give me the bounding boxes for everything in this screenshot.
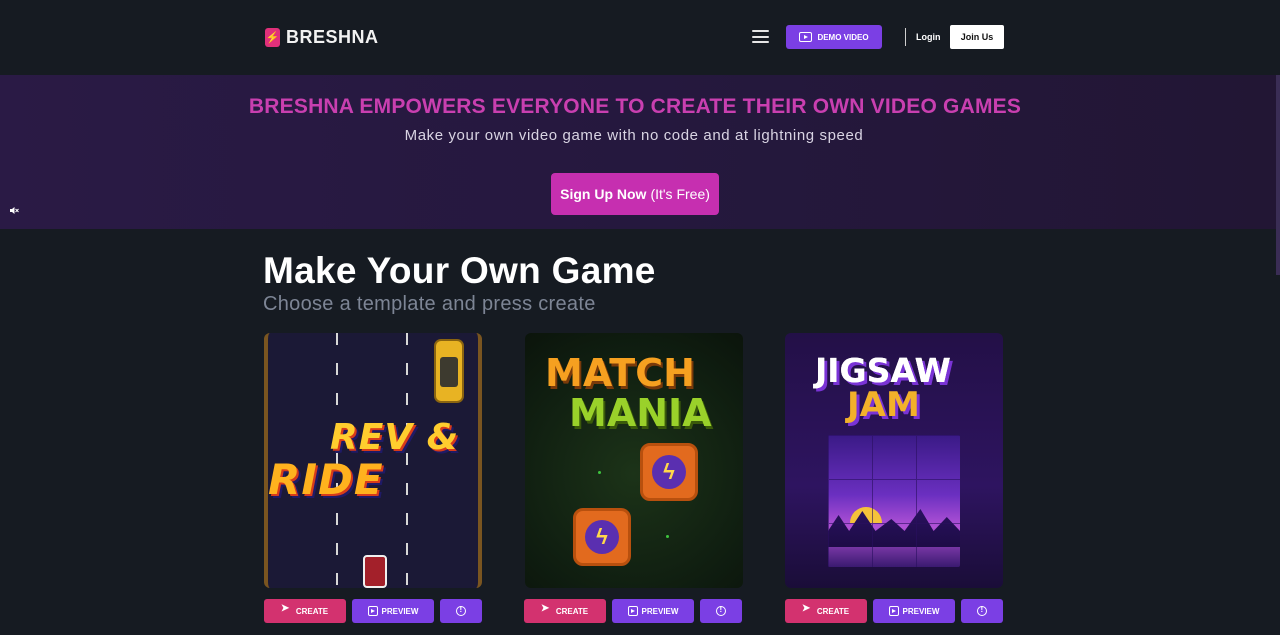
signup-label: Sign Up Now bbox=[560, 186, 647, 202]
preview-button[interactable]: PREVIEW bbox=[873, 599, 955, 623]
send-icon bbox=[281, 603, 292, 616]
top-navbar: ⚡ BRESHNA DEMO VIDEO Login Join Us bbox=[0, 0, 1280, 75]
puzzle-grid bbox=[828, 435, 960, 567]
lightning-icon: ϟ bbox=[652, 455, 686, 489]
info-button[interactable] bbox=[440, 599, 482, 623]
section-subtitle: Choose a template and press create bbox=[263, 293, 596, 315]
taxi-car-image bbox=[434, 339, 464, 403]
lightning-tile-image: ϟ bbox=[640, 443, 698, 501]
play-icon bbox=[799, 32, 813, 42]
create-button[interactable]: CREATE bbox=[264, 599, 346, 623]
info-icon bbox=[977, 605, 987, 616]
match-mania-logo-line1: MATCH bbox=[545, 351, 695, 395]
puzzle-image bbox=[828, 435, 960, 567]
create-button[interactable]: CREATE bbox=[785, 599, 867, 623]
race-car-image bbox=[363, 555, 387, 588]
play-icon bbox=[627, 606, 638, 616]
template-card-jigsaw-jam[interactable]: JIGSAW JAM bbox=[785, 333, 1003, 588]
lightning-logo-icon: ⚡ bbox=[265, 28, 280, 47]
signup-free-label: (It's Free) bbox=[650, 186, 710, 202]
preview-label: PREVIEW bbox=[381, 606, 419, 616]
preview-button[interactable]: PREVIEW bbox=[612, 599, 694, 623]
jigsaw-jam-logo-line2: JAM bbox=[847, 385, 920, 425]
rev-ride-logo-line1: REV & bbox=[330, 417, 460, 458]
nav-divider bbox=[905, 28, 906, 46]
sparkle-dot bbox=[598, 471, 601, 474]
logo-text: BRESHNA bbox=[286, 27, 379, 47]
info-icon bbox=[456, 605, 466, 616]
hamburger-menu-icon[interactable] bbox=[752, 30, 769, 43]
play-icon bbox=[367, 606, 378, 616]
create-label: CREATE bbox=[295, 606, 329, 616]
send-icon bbox=[541, 603, 552, 616]
breshna-logo[interactable]: ⚡ BRESHNA bbox=[265, 27, 379, 48]
create-label: CREATE bbox=[555, 606, 589, 616]
lane-marking bbox=[406, 333, 408, 588]
login-link[interactable]: Login bbox=[916, 32, 941, 42]
info-button[interactable] bbox=[700, 599, 742, 623]
template-card-match-mania[interactable]: MATCH MANIA ϟ ϟ bbox=[525, 333, 743, 588]
hero-title: BRESHNA EMPOWERS EVERYONE TO CREATE THEI… bbox=[248, 95, 1022, 118]
info-button[interactable] bbox=[961, 599, 1003, 623]
template-card-rev-ride[interactable]: REV & RIDE bbox=[264, 333, 482, 588]
card-actions-match-mania: CREATE PREVIEW bbox=[524, 599, 742, 623]
card-actions-rev-ride: CREATE PREVIEW bbox=[264, 599, 482, 623]
lightning-tile-image: ϟ bbox=[573, 508, 631, 566]
play-icon bbox=[888, 606, 899, 616]
preview-button[interactable]: PREVIEW bbox=[352, 599, 434, 623]
lightning-icon: ϟ bbox=[585, 520, 619, 554]
mute-icon[interactable] bbox=[10, 206, 19, 215]
match-mania-logo-line2: MANIA bbox=[569, 391, 712, 435]
preview-label: PREVIEW bbox=[641, 606, 679, 616]
rev-ride-logo-line2: RIDE bbox=[268, 455, 384, 504]
preview-label: PREVIEW bbox=[902, 606, 940, 616]
demo-video-button[interactable]: DEMO VIDEO bbox=[786, 25, 882, 49]
section-title: Make Your Own Game bbox=[263, 250, 656, 291]
signup-button[interactable]: Sign Up Now (It's Free) bbox=[551, 173, 719, 215]
hero-banner: BRESHNA EMPOWERS EVERYONE TO CREATE THEI… bbox=[0, 75, 1280, 275]
create-label: CREATE bbox=[816, 606, 850, 616]
hero-subtitle: Make your own video game with no code an… bbox=[404, 127, 864, 144]
page-scrollbar[interactable] bbox=[1276, 75, 1280, 275]
create-button[interactable]: CREATE bbox=[524, 599, 606, 623]
info-icon bbox=[716, 605, 726, 616]
sparkle-dot bbox=[666, 535, 669, 538]
send-icon bbox=[802, 603, 813, 616]
join-us-button[interactable]: Join Us bbox=[950, 25, 1004, 49]
demo-video-label: DEMO VIDEO bbox=[817, 32, 869, 42]
card-actions-jigsaw-jam: CREATE PREVIEW bbox=[785, 599, 1003, 623]
